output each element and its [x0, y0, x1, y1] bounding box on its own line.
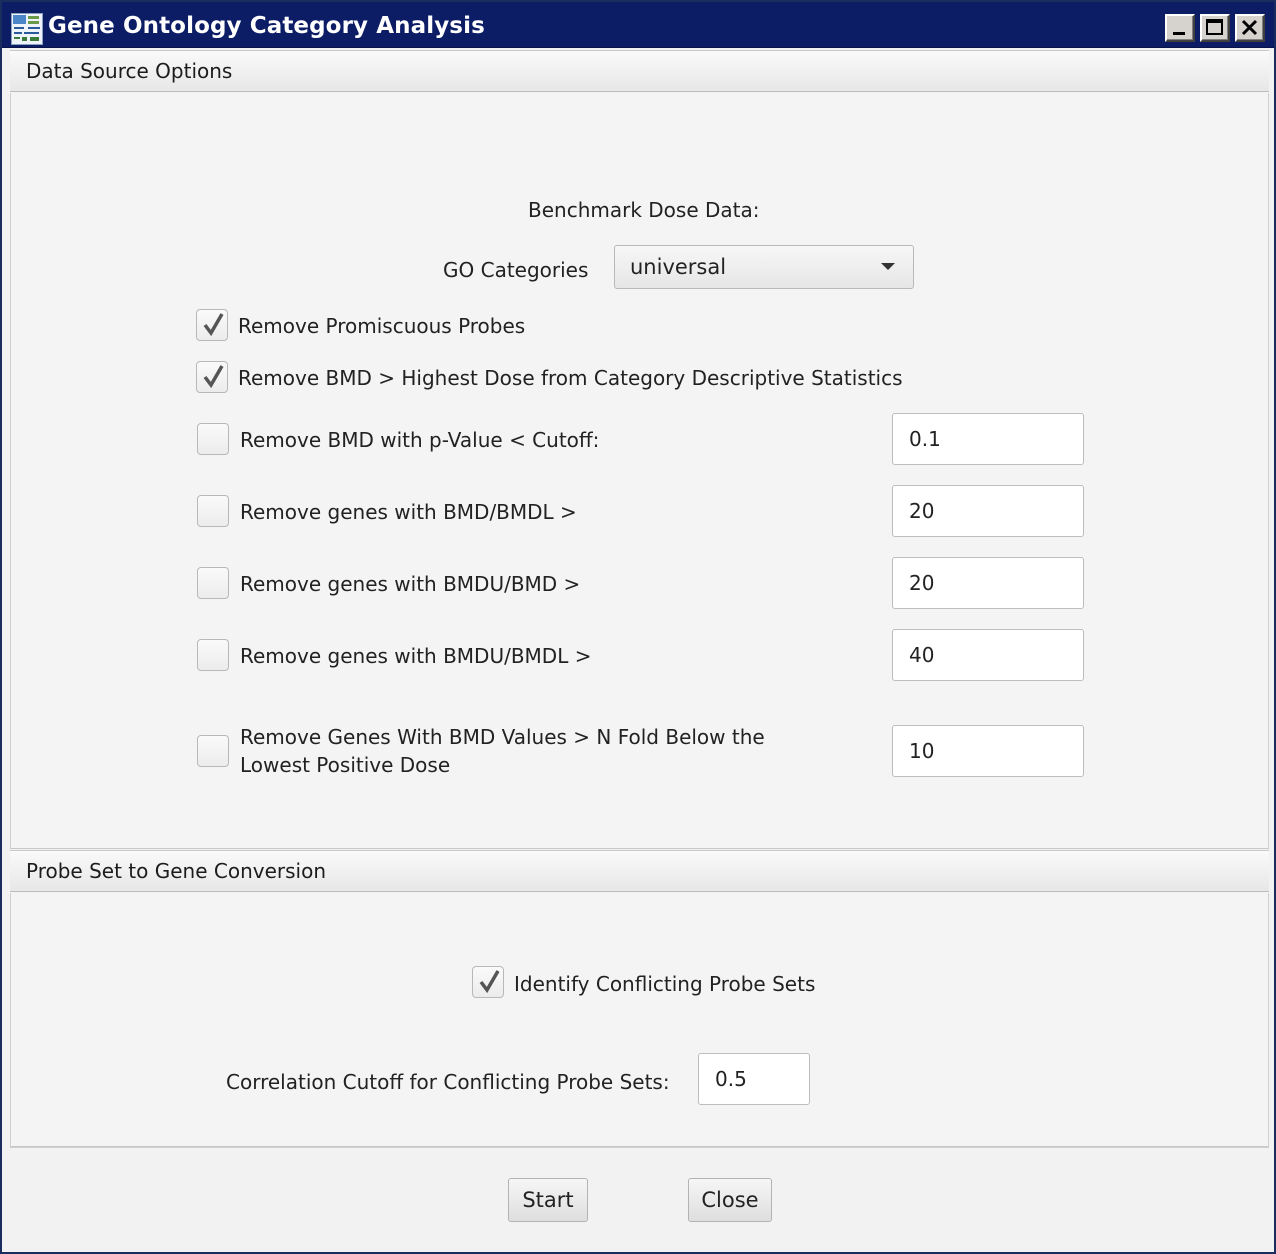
chevron-down-icon	[881, 263, 895, 270]
benchmark-dose-label: Benchmark Dose Data:	[528, 198, 760, 222]
remove-promiscuous-checkbox[interactable]	[196, 309, 228, 341]
minimize-button[interactable]	[1165, 14, 1195, 42]
n-fold-below-label: Remove Genes With BMD Values > N Fold Be…	[240, 725, 765, 777]
app-icon	[11, 13, 43, 45]
maximize-button[interactable]	[1200, 14, 1230, 42]
go-categories-label: GO Categories	[443, 258, 589, 282]
close-button[interactable]: Close	[688, 1178, 772, 1222]
go-categories-dropdown[interactable]: universal	[614, 245, 914, 289]
pvalue-cutoff-field[interactable]: 0.1	[892, 413, 1084, 465]
identify-conflicting-checkbox[interactable]	[472, 966, 504, 998]
start-button[interactable]: Start	[508, 1178, 588, 1222]
window-title: Gene Ontology Category Analysis	[48, 13, 485, 39]
remove-bmd-highest-dose-checkbox[interactable]	[196, 361, 228, 393]
correlation-cutoff-label: Correlation Cutoff for Conflicting Probe…	[226, 1070, 670, 1094]
n-fold-below-field[interactable]: 10	[892, 725, 1084, 777]
correlation-cutoff-field[interactable]: 0.5	[698, 1053, 810, 1105]
checkmark-icon	[203, 313, 224, 337]
n-fold-below-checkbox[interactable]	[197, 735, 229, 767]
go-categories-selected: universal	[630, 255, 727, 279]
checkmark-icon	[479, 970, 500, 994]
bmdu-bmdl-label: Remove genes with BMDU/BMDL >	[240, 644, 592, 668]
bmdu-bmd-field[interactable]: 20	[892, 557, 1084, 609]
footer-divider	[10, 1147, 1269, 1148]
pvalue-cutoff-checkbox[interactable]	[197, 423, 229, 455]
checkmark-icon	[203, 365, 224, 389]
pvalue-cutoff-label: Remove BMD with p-Value < Cutoff:	[240, 428, 600, 452]
bmdu-bmd-checkbox[interactable]	[197, 567, 229, 599]
data-source-header[interactable]: Data Source Options	[10, 50, 1269, 92]
close-window-button[interactable]	[1235, 14, 1265, 42]
bmd-bmdl-checkbox[interactable]	[197, 495, 229, 527]
title-bar[interactable]: Gene Ontology Category Analysis	[2, 2, 1274, 48]
bmdu-bmdl-field[interactable]: 40	[892, 629, 1084, 681]
remove-promiscuous-label: Remove Promiscuous Probes	[238, 314, 526, 338]
bmdu-bmdl-checkbox[interactable]	[197, 639, 229, 671]
probe-conversion-panel	[10, 893, 1269, 1147]
bmd-bmdl-field[interactable]: 20	[892, 485, 1084, 537]
identify-conflicting-label: Identify Conflicting Probe Sets	[514, 972, 816, 996]
bmdu-bmd-label: Remove genes with BMDU/BMD >	[240, 572, 581, 596]
go-analysis-window: Gene Ontology Category Analysis Data Sou…	[0, 0, 1276, 1254]
remove-bmd-highest-dose-label: Remove BMD > Highest Dose from Category …	[238, 366, 903, 390]
bmd-bmdl-label: Remove genes with BMD/BMDL >	[240, 500, 577, 524]
probe-conversion-header[interactable]: Probe Set to Gene Conversion	[10, 850, 1269, 892]
